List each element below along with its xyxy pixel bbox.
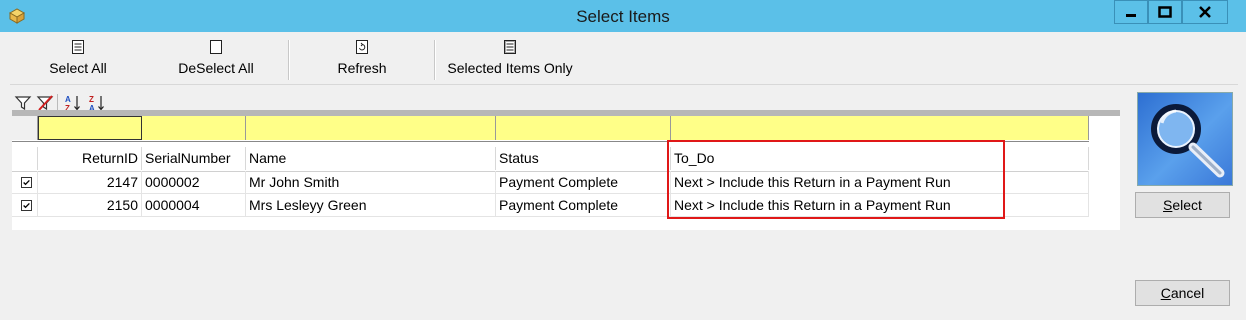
toolbar-separator — [434, 40, 436, 80]
blank-page-icon — [210, 40, 222, 54]
select-all-label: Select All — [49, 60, 107, 76]
header-check — [12, 147, 38, 170]
filter-row — [12, 116, 1089, 142]
maximize-icon — [1158, 6, 1172, 18]
column-header-returnid[interactable]: ReturnID — [38, 147, 142, 170]
deselect-all-button[interactable]: DeSelect All — [168, 37, 264, 83]
close-icon — [1199, 6, 1211, 18]
toolbar-separator — [288, 40, 290, 80]
select-button[interactable]: Select — [1135, 192, 1230, 218]
list-icon — [72, 40, 84, 54]
maximize-button[interactable] — [1148, 0, 1182, 24]
title-bar: Select Items — [0, 0, 1246, 32]
refresh-icon — [356, 40, 368, 54]
svg-text:Z: Z — [89, 95, 94, 104]
selected-items-only-button[interactable]: Selected Items Only — [440, 37, 580, 83]
minimize-button[interactable] — [1114, 0, 1148, 24]
cell-name: Mr John Smith — [246, 171, 496, 193]
deselect-all-label: DeSelect All — [178, 60, 254, 76]
cell-status: Payment Complete — [496, 194, 671, 216]
svg-text:A: A — [65, 95, 71, 104]
filter-cell-name[interactable] — [246, 116, 496, 140]
todo-highlight-box — [667, 140, 1005, 219]
close-button[interactable] — [1182, 0, 1228, 24]
cell-returnid: 2150 — [38, 194, 142, 216]
search-panel-image — [1137, 92, 1233, 186]
checklist-icon — [504, 40, 516, 54]
window-title: Select Items — [576, 7, 670, 26]
toolbar: Select All DeSelect All Refresh Selected… — [10, 37, 1238, 85]
cancel-button[interactable]: Cancel — [1135, 280, 1230, 306]
select-all-button[interactable]: Select All — [34, 37, 122, 83]
select-label: elect — [1172, 197, 1202, 213]
filter-cell-returnid[interactable] — [38, 116, 142, 140]
cell-serialnumber: 0000004 — [142, 194, 246, 216]
cancel-accesskey: C — [1160, 285, 1171, 301]
column-header-name[interactable]: Name — [246, 147, 496, 170]
row-checkbox-cell[interactable] — [12, 171, 38, 193]
refresh-button[interactable]: Refresh — [324, 37, 400, 83]
filter-cell-status[interactable] — [496, 116, 671, 140]
column-header-status[interactable]: Status — [496, 147, 671, 170]
cell-name: Mrs Lesleyy Green — [246, 194, 496, 216]
row-checkbox-cell[interactable] — [12, 194, 38, 216]
filter-cell-indicator — [12, 116, 38, 140]
column-header-serialnumber[interactable]: SerialNumber — [142, 147, 246, 170]
minimize-icon — [1126, 14, 1136, 17]
filter-cell-serialnumber[interactable] — [142, 116, 246, 140]
checkbox-checked-icon[interactable] — [21, 200, 32, 211]
cell-serialnumber: 0000002 — [142, 171, 246, 193]
selected-items-only-label: Selected Items Only — [447, 60, 573, 76]
cancel-label: ancel — [1170, 285, 1205, 301]
magnifier-icon — [1151, 104, 1225, 178]
checkbox-checked-icon[interactable] — [21, 177, 32, 188]
cell-returnid: 2147 — [38, 171, 142, 193]
filter-cell-todo[interactable] — [671, 116, 1089, 140]
select-accesskey: S — [1163, 197, 1173, 213]
cell-status: Payment Complete — [496, 171, 671, 193]
refresh-label: Refresh — [337, 60, 387, 76]
dialog-client: Select All DeSelect All Refresh Selected… — [4, 32, 1242, 320]
